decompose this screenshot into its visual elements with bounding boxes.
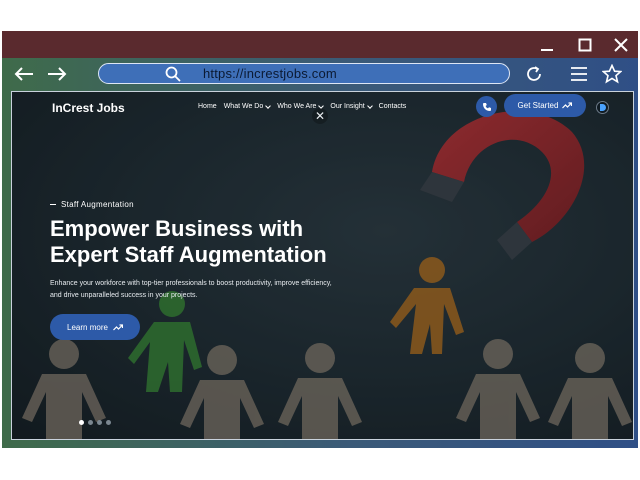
get-started-label: Get Started	[517, 101, 559, 110]
title-bar	[2, 31, 638, 58]
arrow-left-icon[interactable]	[12, 62, 36, 86]
nav-our-insight[interactable]: Our Insight	[330, 102, 373, 110]
star-icon[interactable]	[600, 62, 624, 86]
hero-eyebrow: Staff Augmentation	[50, 200, 134, 209]
browser-window: https://increstjobs.com InCrest Jobs Hom…	[0, 0, 640, 480]
hero-eyebrow-label: Staff Augmentation	[61, 200, 134, 209]
trend-up-icon	[562, 102, 573, 109]
nav-home[interactable]: Home	[198, 103, 217, 110]
slider-dot[interactable]	[88, 420, 93, 425]
nav-what-we-do[interactable]: What We Do	[223, 102, 272, 110]
learn-more-label: Learn more	[67, 322, 108, 332]
web-page: InCrest Jobs Home What We Do Who We Are …	[11, 91, 634, 440]
eyebrow-dash	[50, 204, 56, 205]
url-text[interactable]: https://increstjobs.com	[203, 66, 337, 81]
site-nav: Home What We Do Who We Are Our Insight C…	[198, 102, 407, 110]
trend-up-icon	[113, 323, 123, 330]
hero-subtext: Enhance your workforce with top-tier pro…	[50, 278, 380, 302]
search-icon	[165, 66, 181, 82]
nav-contacts[interactable]: Contacts	[379, 103, 407, 110]
nav-home-label: Home	[198, 103, 217, 110]
theme-toggle[interactable]	[596, 101, 609, 114]
close-icon[interactable]	[604, 31, 638, 58]
close-icon[interactable]: ✕	[312, 108, 328, 124]
nav-what-we-do-label: What We Do	[223, 103, 264, 110]
chevron-down-icon	[265, 102, 272, 109]
minimize-icon[interactable]	[530, 31, 564, 58]
nav-who-we-are-label: Who We Are	[277, 103, 317, 110]
viewport-frame: InCrest Jobs Home What We Do Who We Are …	[2, 89, 638, 448]
get-started-button[interactable]: Get Started	[504, 94, 586, 117]
maximize-icon[interactable]	[568, 31, 602, 58]
headline-line-1: Empower Business with	[50, 216, 304, 241]
slider-dot[interactable]	[97, 420, 102, 425]
site-logo[interactable]: InCrest Jobs	[52, 101, 125, 115]
reload-icon[interactable]	[522, 62, 546, 86]
subtext-line-2: and drive unparalleled success in your p…	[50, 292, 198, 299]
phone-icon	[482, 102, 491, 111]
headline-line-2: Expert Staff Augmentation	[50, 242, 327, 267]
nav-our-insight-label: Our Insight	[330, 103, 365, 110]
slider-dot[interactable]	[79, 420, 84, 425]
slider-pagination	[79, 420, 111, 425]
hamburger-icon[interactable]	[567, 62, 591, 86]
learn-more-button[interactable]: Learn more	[50, 314, 140, 340]
phone-button[interactable]	[476, 96, 497, 117]
hero-headline: Empower Business with Expert Staff Augme…	[50, 216, 430, 268]
nav-contacts-label: Contacts	[378, 103, 407, 110]
browser-toolbar: https://increstjobs.com	[2, 58, 638, 89]
slider-dot[interactable]	[106, 420, 111, 425]
subtext-line-1: Enhance your workforce with top-tier pro…	[50, 280, 332, 287]
chevron-down-icon	[366, 102, 373, 109]
arrow-right-icon[interactable]	[45, 62, 69, 86]
address-bar[interactable]: https://increstjobs.com	[98, 63, 510, 84]
